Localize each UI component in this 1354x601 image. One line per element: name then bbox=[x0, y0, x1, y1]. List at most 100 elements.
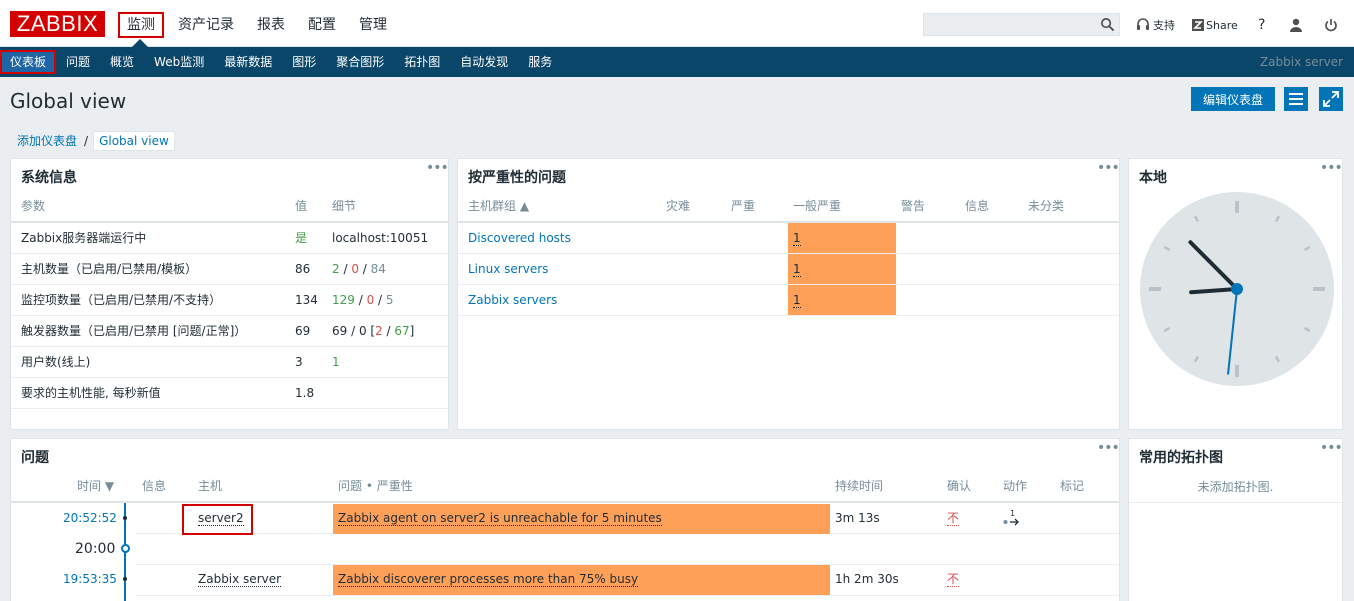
problem-time-link[interactable]: 19:53:35 bbox=[63, 564, 117, 595]
param-cell: Zabbix服务器端运行中 bbox=[21, 231, 147, 245]
power-icon bbox=[1325, 19, 1337, 32]
ack-link[interactable]: 不 bbox=[947, 511, 960, 526]
col-header-info: 信息 bbox=[142, 479, 167, 493]
widget-title: 问题 bbox=[21, 450, 49, 466]
widget-menu-icon[interactable]: ••• bbox=[426, 161, 448, 175]
table-row: Linux servers 1 bbox=[458, 254, 1119, 285]
widget-title: 按严重性的问题 bbox=[468, 170, 566, 186]
submenu-web[interactable]: Web监测 bbox=[144, 50, 214, 74]
help-button[interactable]: ? bbox=[1258, 15, 1265, 35]
submenu-overview[interactable]: 概览 bbox=[100, 50, 144, 74]
menu-configuration[interactable]: 配置 bbox=[299, 12, 345, 38]
detail-cell: 69 / 0 [2 / 67] bbox=[332, 324, 415, 338]
main-menu: 监测 资产记录 报表 配置 管理 bbox=[118, 12, 401, 38]
breadcrumb: 添加仪表盘 / Global view bbox=[11, 130, 175, 151]
menu-inventory[interactable]: 资产记录 bbox=[169, 12, 243, 38]
support-label: 支持 bbox=[1153, 19, 1175, 32]
time-divider-label: 20:00 bbox=[75, 541, 116, 557]
widget-clock: 本地 ••• bbox=[1128, 158, 1343, 430]
fullscreen-icon bbox=[1323, 91, 1339, 107]
host-link[interactable]: Zabbix server bbox=[198, 572, 282, 587]
table-row: 用户数(线上) 3 1 bbox=[11, 347, 448, 378]
signout-button[interactable] bbox=[1324, 15, 1338, 35]
average-count[interactable]: 1 bbox=[793, 293, 801, 308]
col-header-detail: 细节 bbox=[332, 199, 357, 213]
col-header-average: 一般严重 bbox=[793, 199, 842, 213]
problem-link[interactable]: Zabbix agent on server2 is unreachable f… bbox=[338, 511, 662, 526]
menu-reports[interactable]: 报表 bbox=[248, 12, 294, 38]
timeline-dot bbox=[123, 516, 127, 520]
host-group-link[interactable]: Linux servers bbox=[468, 254, 548, 285]
widget-menu-icon[interactable]: ••• bbox=[1097, 441, 1119, 455]
host-link[interactable]: server2 bbox=[198, 511, 244, 526]
widget-menu-icon[interactable]: ••• bbox=[1320, 441, 1342, 455]
problem-link[interactable]: Zabbix discoverer processes more than 75… bbox=[338, 572, 639, 587]
col-header-not-classified: 未分类 bbox=[1028, 199, 1065, 213]
submenu-screens[interactable]: 聚合图形 bbox=[326, 50, 394, 74]
ack-link[interactable]: 不 bbox=[947, 572, 960, 587]
table-row bbox=[136, 534, 1119, 565]
widget-system-info: 系统信息 ••• 参数 值 细节 Zabbix服务器端运行中 是 localho… bbox=[10, 158, 449, 430]
submenu-services[interactable]: 服务 bbox=[518, 50, 562, 74]
col-header-ack: 确认 bbox=[947, 479, 972, 493]
average-count[interactable]: 1 bbox=[793, 231, 801, 246]
menu-monitoring[interactable]: 监测 bbox=[118, 12, 164, 38]
col-header-tags: 标记 bbox=[1060, 479, 1085, 493]
widget-title: 本地 bbox=[1139, 170, 1167, 186]
value-cell: 是 bbox=[295, 231, 308, 245]
param-cell: 要求的主机性能, 每秒新值 bbox=[21, 386, 161, 400]
edit-dashboard-button[interactable]: 编辑仪表盘 bbox=[1191, 87, 1275, 111]
breadcrumb-dashboards[interactable]: 添加仪表盘 bbox=[11, 132, 83, 149]
col-header-value: 值 bbox=[295, 199, 308, 213]
share-z-icon bbox=[1192, 19, 1204, 31]
table-row: Discovered hosts 1 bbox=[458, 223, 1119, 254]
param-cell: 主机数量（已启用/已禁用/模板） bbox=[21, 262, 198, 276]
help-icon: ? bbox=[1258, 17, 1266, 33]
col-header-host-group[interactable]: 主机群组 ▲ bbox=[468, 191, 529, 222]
widget-problems-by-severity: 按严重性的问题 ••• 主机群组 ▲ 灾难 严重 一般严重 警告 信息 未分类 … bbox=[457, 158, 1120, 430]
average-count[interactable]: 1 bbox=[793, 262, 801, 277]
value-cell: 69 bbox=[295, 324, 311, 338]
detail-cell: 1 bbox=[332, 355, 340, 369]
search-input[interactable] bbox=[924, 14, 1094, 35]
breadcrumb-current[interactable]: Global view bbox=[93, 130, 175, 151]
host-group-link[interactable]: Zabbix servers bbox=[468, 285, 557, 316]
sub-menu: 仪表板 问题 概览 Web监测 最新数据 图形 聚合图形 拓扑图 自动发现 服务 bbox=[0, 50, 562, 74]
widget-favourite-maps: 常用的拓扑图 ••• 未添加拓扑图. bbox=[1128, 438, 1343, 601]
zabbix-logo[interactable]: ZABBIX bbox=[10, 11, 105, 37]
submenu-graphs[interactable]: 图形 bbox=[282, 50, 326, 74]
submenu-dashboard[interactable]: 仪表板 bbox=[0, 50, 57, 74]
submenu-latest-data[interactable]: 最新数据 bbox=[214, 50, 282, 74]
table-row: Zabbix服务器端运行中 是 localhost:10051 bbox=[11, 223, 448, 254]
profile-button[interactable] bbox=[1289, 15, 1303, 35]
problem-time-link[interactable]: 20:52:52 bbox=[63, 503, 117, 534]
host-group-link[interactable]: Discovered hosts bbox=[468, 223, 571, 254]
col-header-time[interactable]: 时间 ▼ bbox=[77, 471, 114, 502]
search-box bbox=[923, 13, 1120, 36]
submenu-maps[interactable]: 拓扑图 bbox=[394, 50, 450, 74]
duration-cell: 3m 13s bbox=[835, 511, 880, 525]
table-row: 监控项数量（已启用/已禁用/不支持） 134 129 / 0 / 5 bbox=[11, 285, 448, 316]
dashboard-actions-button[interactable] bbox=[1284, 87, 1308, 111]
support-link[interactable]: 支持 bbox=[1136, 15, 1175, 35]
page-title: Global view bbox=[10, 89, 127, 113]
widget-menu-icon[interactable]: ••• bbox=[1320, 161, 1342, 175]
share-link[interactable]: Share bbox=[1192, 15, 1238, 35]
empty-maps-message: 未添加拓扑图. bbox=[1129, 472, 1342, 503]
search-icon[interactable] bbox=[1100, 17, 1115, 32]
submenu-discovery[interactable]: 自动发现 bbox=[450, 50, 518, 74]
submenu-problems[interactable]: 问题 bbox=[56, 50, 100, 74]
value-cell: 3 bbox=[295, 355, 303, 369]
average-severity-cell bbox=[788, 285, 896, 315]
table-row: 主机数量（已启用/已禁用/模板） 86 2 / 0 / 84 bbox=[11, 254, 448, 285]
share-label: Share bbox=[1206, 18, 1238, 32]
table-row: Zabbix servers 1 bbox=[458, 285, 1119, 316]
col-header-param: 参数 bbox=[21, 199, 46, 213]
action-arrow-icon bbox=[1003, 518, 1019, 526]
widget-menu-icon[interactable]: ••• bbox=[1097, 161, 1119, 175]
fullscreen-button[interactable] bbox=[1319, 87, 1343, 111]
col-header-warning: 警告 bbox=[901, 199, 926, 213]
menu-administration[interactable]: 管理 bbox=[350, 12, 396, 38]
param-cell: 触发器数量（已启用/已禁用 [问题/正常]） bbox=[21, 324, 247, 338]
actions-icon[interactable]: 1 bbox=[1003, 509, 1023, 527]
